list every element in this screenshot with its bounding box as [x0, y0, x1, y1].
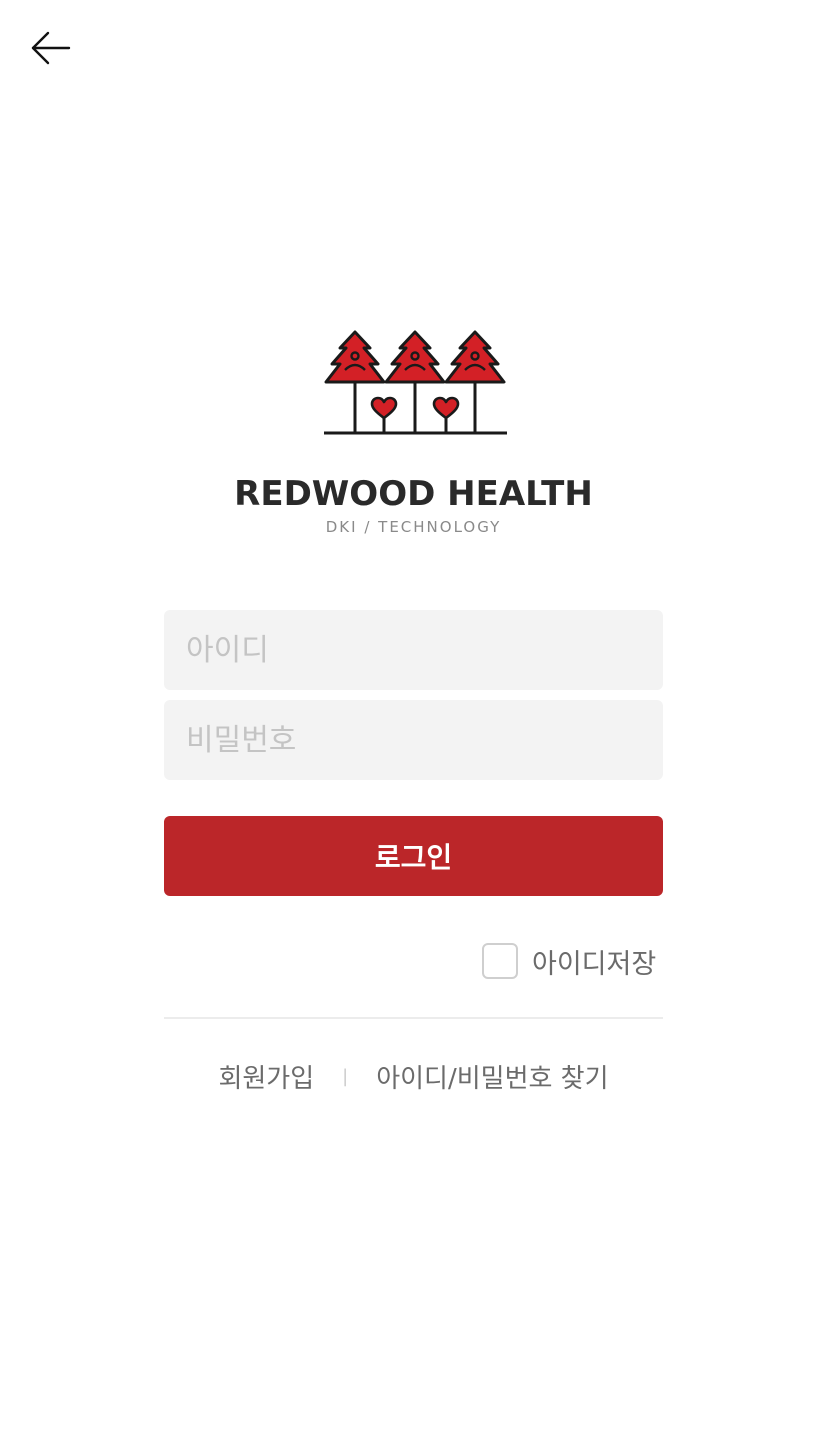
password-input[interactable]	[164, 700, 663, 780]
brand-name: REDWOOD HEALTH	[234, 474, 593, 514]
arrow-left-icon	[31, 31, 71, 65]
remember-id-checkbox[interactable]	[482, 943, 518, 979]
remember-id-toggle[interactable]: 아이디저장	[482, 941, 656, 981]
redwood-trees-hearts-logo	[324, 330, 507, 435]
find-account-link[interactable]: 아이디/비밀번호 찾기	[376, 1058, 608, 1095]
id-input[interactable]	[164, 610, 663, 690]
divider	[164, 1017, 663, 1019]
link-separator: |	[342, 1065, 349, 1087]
back-button[interactable]	[28, 26, 74, 72]
remember-id-label: 아이디저장	[532, 948, 657, 980]
brand-tagline: DKI / TECHNOLOGY	[325, 518, 502, 536]
login-button[interactable]: 로그인	[164, 816, 663, 896]
account-links: 회원가입 | 아이디/비밀번호 찾기	[0, 1056, 827, 1096]
signup-link[interactable]: 회원가입	[218, 1058, 314, 1095]
brand-logo: REDWOOD HEALTH DKI / TECHNOLOGY	[0, 326, 827, 546]
